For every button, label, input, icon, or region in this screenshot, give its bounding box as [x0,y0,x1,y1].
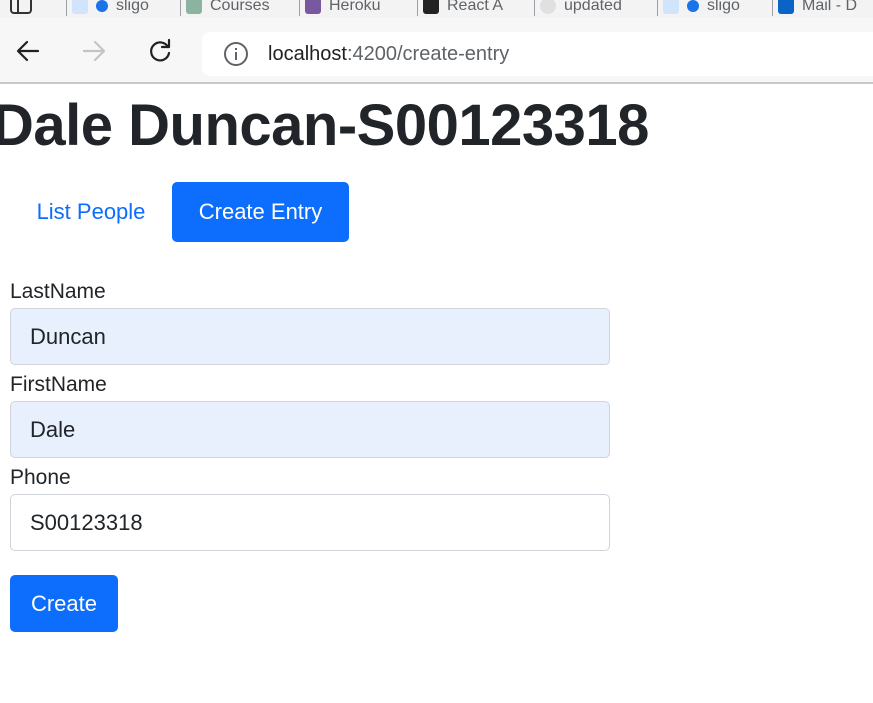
heroku-icon [305,0,321,14]
search-icon [687,0,699,12]
browser-tab[interactable]: updated [534,0,622,18]
tab-separator [417,0,418,16]
browser-tab[interactable]: Courses [180,0,270,18]
site-info-icon[interactable] [224,42,248,66]
tab-separator [299,0,300,16]
browser-tab[interactable]: React A [417,0,504,18]
search-icon [96,0,108,12]
address-bar[interactable]: localhost:4200/create-entry [202,32,873,76]
firstname-input[interactable]: Dale [10,401,610,458]
browser-tab[interactable]: Mail - D [772,0,858,18]
tab-label: sligo [116,0,149,14]
create-button[interactable]: Create [10,575,118,632]
close-circle-icon [540,0,556,14]
nav-link-create-entry[interactable]: Create Entry [172,182,349,242]
forward-arrow-icon [82,40,106,62]
bing-icon [72,0,88,14]
tab-separator [772,0,773,16]
browser-toolbar: localhost:4200/create-entry [0,18,873,84]
url-text[interactable]: localhost:4200/create-entry [268,43,509,66]
tab-label: updated [564,0,622,14]
react-icon [423,0,439,14]
lastname-input[interactable]: Duncan [10,308,610,365]
tab-separator [657,0,658,16]
phone-label: Phone [10,466,71,489]
browser-tab[interactable]: sligo [66,0,149,18]
url-host: localhost [268,43,347,65]
tab-label: Courses [210,0,270,14]
outlook-icon [778,0,794,14]
tab-separator [534,0,535,16]
page-title: Dale Duncan-S00123318 [0,93,649,158]
bing-icon [663,0,679,14]
courses-icon [186,0,202,14]
refresh-icon [150,38,171,62]
firstname-label: FirstName [10,373,107,396]
forward-button[interactable] [81,38,107,64]
tab-separator [66,0,67,16]
browser-tab[interactable]: sligo [657,0,740,18]
browser-tab-strip: sligo Courses Heroku React A updated sli… [0,0,873,18]
phone-input[interactable]: S00123318 [10,494,610,551]
tab-label: Heroku [329,0,381,14]
nav-link-list-people[interactable]: List People [20,182,162,242]
refresh-button[interactable] [147,38,173,64]
back-arrow-icon [16,40,40,62]
tab-label: React A [447,0,504,14]
tab-label: Mail - D [802,0,858,14]
lastname-label: LastName [10,280,106,303]
url-path: :4200/create-entry [346,43,510,65]
tab-label: sligo [707,0,740,14]
sidebar-toggle-icon[interactable] [10,0,32,14]
browser-tab[interactable]: Heroku [299,0,381,18]
tab-separator [180,0,181,16]
back-button[interactable] [15,38,41,64]
